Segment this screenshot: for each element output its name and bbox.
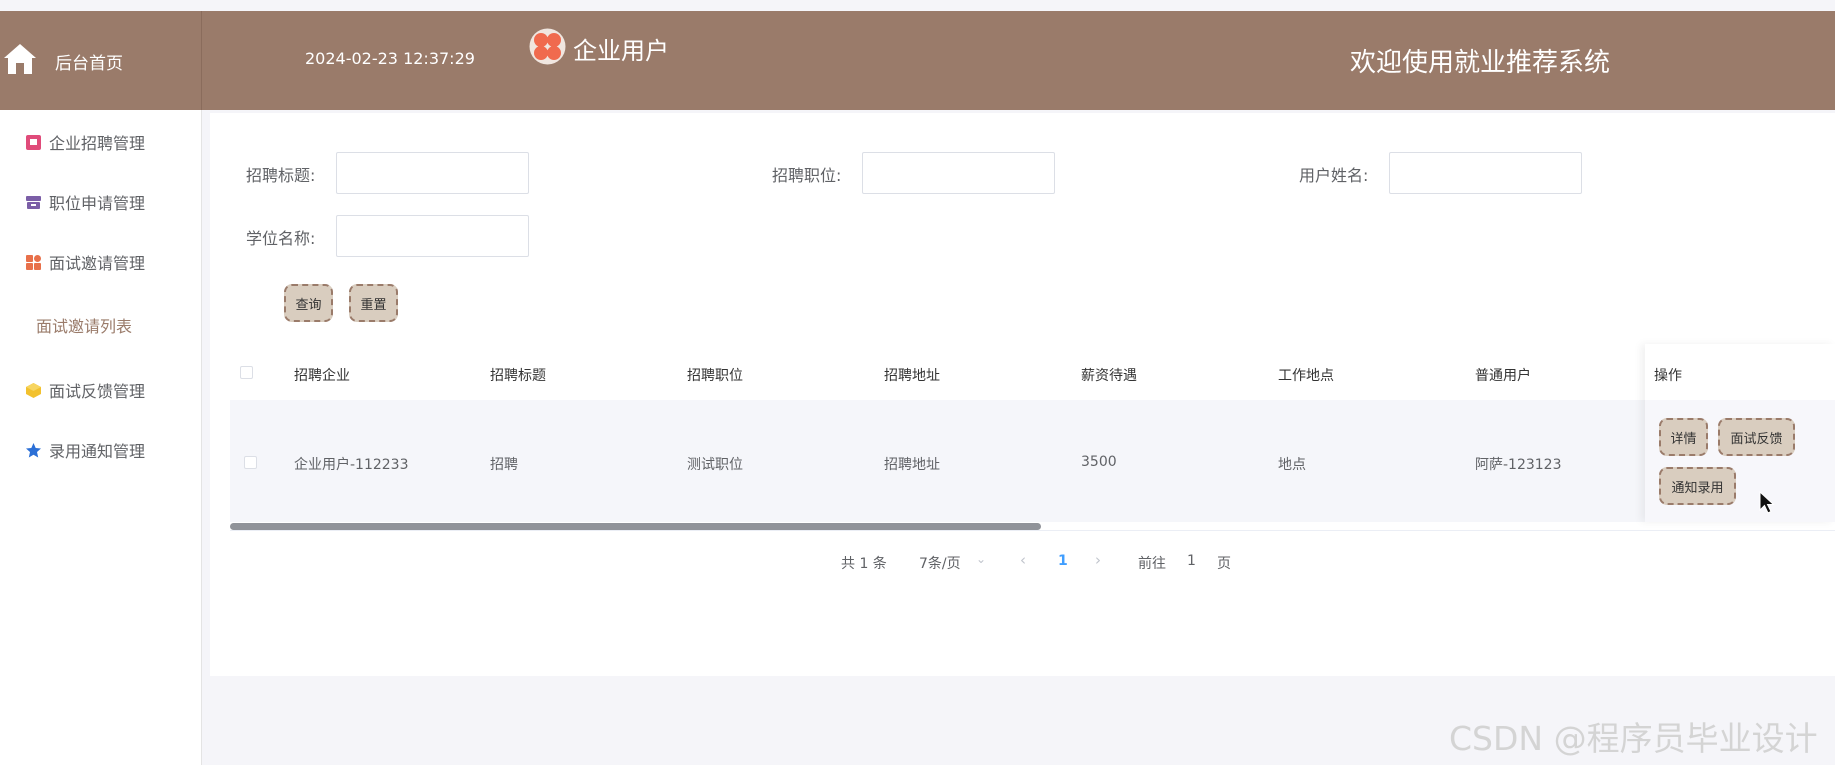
mouse-cursor-icon bbox=[1759, 491, 1775, 514]
home-icon bbox=[4, 44, 36, 74]
user-avatar-icon bbox=[529, 28, 566, 65]
table-cell: 3500 bbox=[1081, 454, 1117, 470]
table-cell: 招聘 bbox=[490, 457, 518, 473]
query-button[interactable]: 查询 bbox=[284, 284, 333, 322]
username-filter-label: 用户姓名: bbox=[1299, 166, 1369, 185]
position-filter-label: 招聘职位: bbox=[772, 166, 842, 185]
table-cell: 测试职位 bbox=[687, 457, 743, 473]
table-cell: 招聘地址 bbox=[884, 457, 940, 473]
column-header: 招聘地址 bbox=[884, 368, 940, 384]
feedback-button[interactable]: 面试反馈 bbox=[1718, 418, 1795, 456]
column-header: 招聘标题 bbox=[490, 368, 546, 384]
goto-suffix: 页 bbox=[1217, 556, 1231, 572]
table-cell: 企业用户-112233 bbox=[294, 457, 409, 473]
column-header: 薪资待遇 bbox=[1081, 368, 1137, 384]
watermark: CSDN @程序员毕业设计 bbox=[1449, 719, 1818, 758]
archive-icon bbox=[26, 195, 41, 209]
table-row bbox=[230, 400, 1835, 522]
table-divider bbox=[230, 530, 1835, 531]
sidebar-item-label: 职位申请管理 bbox=[49, 194, 146, 213]
sidebar-item-recruitment[interactable]: 企业招聘管理 bbox=[25, 131, 145, 153]
chevron-down-icon[interactable]: ⌄ bbox=[976, 552, 986, 566]
grid-icon bbox=[26, 254, 41, 270]
table-cell: 地点 bbox=[1278, 457, 1306, 473]
current-datetime: 2024-02-23 12:37:29 bbox=[305, 49, 475, 68]
sidebar-item-applications[interactable]: 职位申请管理 bbox=[25, 191, 145, 213]
sidebar-item-offers[interactable]: 录用通知管理 bbox=[25, 439, 145, 461]
column-header: 操作 bbox=[1654, 368, 1682, 384]
username-filter-input[interactable] bbox=[1389, 152, 1582, 194]
goto-prefix: 前往 bbox=[1138, 556, 1166, 572]
pagination-total: 共 1 条 bbox=[841, 556, 887, 572]
reset-button[interactable]: 重置 bbox=[349, 284, 398, 322]
top-header: 后台首页 2024-02-23 12:37:29 企业用户 欢迎使用就业推荐系统 bbox=[0, 11, 1835, 110]
sidebar-item-label: 面试邀请管理 bbox=[49, 254, 146, 273]
cube-icon bbox=[26, 382, 41, 398]
notify-hire-button[interactable]: 通知录用 bbox=[1659, 467, 1736, 505]
briefcase-icon bbox=[26, 134, 41, 150]
column-header: 招聘职位 bbox=[687, 368, 743, 384]
page-size-select[interactable]: 7条/页 bbox=[919, 553, 961, 573]
select-all-checkbox[interactable] bbox=[240, 366, 253, 379]
table-cell: 阿萨-123123 bbox=[1475, 457, 1562, 473]
sidebar-item-label: 企业招聘管理 bbox=[49, 134, 146, 153]
sidebar-item-label: 录用通知管理 bbox=[49, 442, 146, 461]
column-header: 普通用户 bbox=[1475, 368, 1531, 384]
sidebar-subitem-interview-list[interactable]: 面试邀请列表 bbox=[36, 313, 132, 337]
goto-page-input[interactable]: 1 bbox=[1187, 553, 1196, 569]
home-link[interactable]: 后台首页 bbox=[0, 11, 202, 110]
home-label: 后台首页 bbox=[55, 54, 123, 74]
next-page-icon[interactable]: › bbox=[1095, 551, 1101, 569]
detail-button[interactable]: 详情 bbox=[1659, 418, 1708, 456]
system-title: 欢迎使用就业推荐系统 bbox=[1350, 48, 1611, 78]
degree-filter-input[interactable] bbox=[336, 215, 529, 257]
sidebar: 企业招聘管理 职位申请管理 面试邀请管理 面试邀请列表 面试反馈管理 录用通知管… bbox=[0, 110, 202, 765]
current-page[interactable]: 1 bbox=[1058, 553, 1068, 569]
title-filter-input[interactable] bbox=[336, 152, 529, 194]
degree-filter-label: 学位名称: bbox=[246, 229, 316, 248]
title-filter-label: 招聘标题: bbox=[246, 166, 316, 185]
main-panel bbox=[210, 113, 1835, 676]
user-role: 企业用户 bbox=[573, 37, 669, 65]
column-header: 招聘企业 bbox=[294, 368, 350, 384]
row-checkbox[interactable] bbox=[244, 456, 257, 469]
star-icon bbox=[26, 442, 41, 457]
horizontal-scrollbar[interactable] bbox=[230, 523, 1041, 530]
column-header: 工作地点 bbox=[1278, 368, 1334, 384]
position-filter-input[interactable] bbox=[862, 152, 1055, 194]
sidebar-item-label: 面试反馈管理 bbox=[49, 382, 146, 401]
sidebar-item-interviews[interactable]: 面试邀请管理 bbox=[25, 251, 145, 273]
prev-page-icon[interactable]: ‹ bbox=[1020, 551, 1026, 569]
sidebar-item-feedback[interactable]: 面试反馈管理 bbox=[25, 379, 145, 401]
